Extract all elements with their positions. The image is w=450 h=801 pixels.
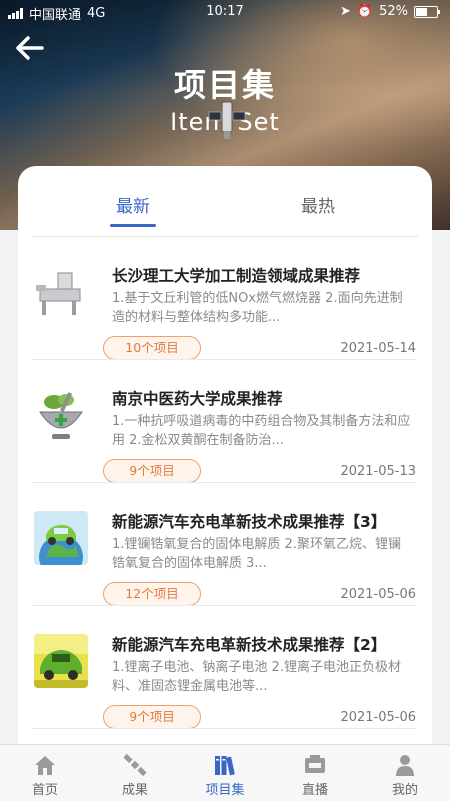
tabbar-label: 我的 bbox=[391, 783, 418, 798]
tab-bar: 最新 最热 bbox=[18, 166, 432, 236]
project-count-badge: 9个项目 bbox=[103, 459, 201, 483]
list-item[interactable]: 长沙理工大学加工制造领域成果推荐 1.基于文丘利管的低NOx燃气燃烧器 2.面向… bbox=[32, 237, 416, 360]
item-title: 南京中医药大学成果推荐 bbox=[112, 390, 283, 408]
bottom-tab-bar: 首页 成果 项目集 直播 我的 bbox=[0, 744, 450, 801]
list-item[interactable]: 新能源汽车充电革新技术成果推荐【2】 1.锂离子电池、钠离子电池 2.锂离子电池… bbox=[32, 606, 416, 729]
machinery-thumbnail bbox=[34, 265, 88, 319]
list-item[interactable]: 南京中医药大学成果推荐 1.一种抗呼吸道病毒的中药组合物及其制备方法和应用 2.… bbox=[32, 360, 416, 483]
item-date: 2021-05-14 bbox=[340, 341, 416, 356]
battery-fill bbox=[416, 7, 428, 16]
user-icon bbox=[396, 755, 414, 776]
alarm-icon: ⏰ bbox=[356, 4, 374, 19]
tab-hottest[interactable]: 最热 bbox=[268, 192, 368, 217]
tab-latest[interactable]: 最新 bbox=[83, 192, 183, 217]
item-divider bbox=[32, 728, 416, 729]
herbal-mortar-thumbnail bbox=[34, 388, 88, 442]
item-date: 2021-05-06 bbox=[340, 587, 416, 602]
project-set-card: 最新 最热 长沙理工大学加工制造领域成果推荐 1.基于文丘利管的低NOx燃气燃烧… bbox=[18, 166, 432, 766]
grass-car-thumbnail bbox=[34, 634, 88, 688]
project-count-badge: 12个项目 bbox=[103, 582, 201, 606]
tabbar-label: 项目集 bbox=[205, 783, 245, 798]
status-bar: 中国联通 4G 10:17 ➤ ⏰ 52% bbox=[0, 0, 450, 24]
satellite-decoration-icon bbox=[208, 101, 246, 139]
item-date: 2021-05-06 bbox=[340, 710, 416, 725]
item-description: 1.一种抗呼吸道病毒的中药组合物及其制备方法和应用 2.金松双黄酮在制备防治..… bbox=[112, 414, 411, 448]
active-tab-indicator bbox=[110, 224, 156, 227]
location-icon: ➤ bbox=[340, 4, 351, 19]
tabbar-label: 首页 bbox=[31, 783, 58, 798]
item-title: 新能源汽车充电革新技术成果推荐【3】 bbox=[112, 513, 387, 531]
live-camera-icon bbox=[305, 755, 325, 773]
tabbar-item-project-set[interactable]: 项目集 bbox=[180, 745, 270, 801]
item-date: 2021-05-13 bbox=[340, 464, 416, 479]
item-title: 新能源汽车充电革新技术成果推荐【2】 bbox=[112, 636, 387, 654]
list-item[interactable]: 新能源汽车充电革新技术成果推荐【3】 1.锂镧锆氧复合的固体电解质 2.聚环氧乙… bbox=[32, 483, 416, 606]
tabbar-item-live[interactable]: 直播 bbox=[270, 745, 360, 801]
item-description: 1.基于文丘利管的低NOx燃气燃烧器 2.面向先进制造的材料与整体结构多功能..… bbox=[112, 291, 403, 325]
tabbar-item-home[interactable]: 首页 bbox=[0, 745, 90, 801]
item-title: 长沙理工大学加工制造领域成果推荐 bbox=[112, 267, 361, 285]
books-icon bbox=[215, 756, 235, 776]
battery-percent: 52% bbox=[379, 4, 408, 19]
item-description: 1.锂离子电池、钠离子电池 2.锂离子电池正负极材料、准固态锂金属电池等... bbox=[112, 660, 401, 694]
tabbar-item-results[interactable]: 成果 bbox=[90, 745, 180, 801]
battery-icon bbox=[414, 5, 440, 18]
project-count-badge: 9个项目 bbox=[103, 705, 201, 729]
tabbar-label: 直播 bbox=[301, 783, 328, 798]
back-arrow-icon[interactable] bbox=[14, 34, 46, 62]
item-description: 1.锂镧锆氧复合的固体电解质 2.聚环氧乙烷、锂镧锆氧复合的固体电解质 3... bbox=[112, 537, 401, 571]
home-icon bbox=[35, 756, 55, 775]
tabbar-item-mine[interactable]: 我的 bbox=[360, 745, 450, 801]
green-car-globe-thumbnail bbox=[34, 511, 88, 565]
tabbar-label: 成果 bbox=[121, 783, 148, 798]
project-count-badge: 10个项目 bbox=[103, 336, 201, 360]
satellite-icon bbox=[123, 753, 147, 777]
